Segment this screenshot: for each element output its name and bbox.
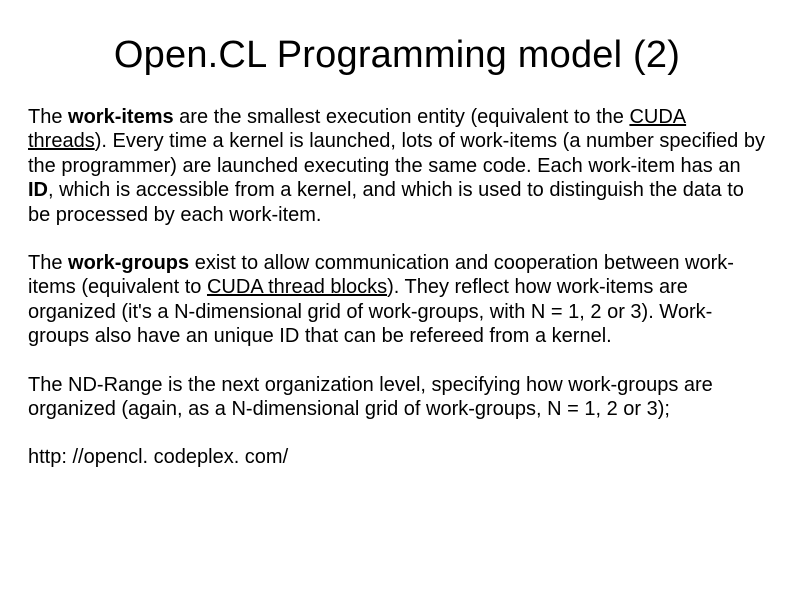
bold-work-items: work-items xyxy=(68,106,174,128)
paragraph-work-items: The work-items are the smallest executio… xyxy=(28,105,766,227)
text: , which is accessible from a kernel, and… xyxy=(28,179,744,225)
bold-id: ID xyxy=(28,179,48,201)
text: The xyxy=(28,252,68,274)
slide-title: Open.CL Programming model (2) xyxy=(28,34,766,77)
source-url: http: //opencl. codeplex. com/ xyxy=(28,445,766,469)
underline-cuda-thread-blocks: CUDA thread blocks xyxy=(207,276,387,298)
paragraph-nd-range: The ND-Range is the next organization le… xyxy=(28,373,766,422)
slide-container: Open.CL Programming model (2) The work-i… xyxy=(0,0,794,595)
paragraph-work-groups: The work-groups exist to allow communica… xyxy=(28,251,766,349)
text: ). Every time a kernel is launched, lots… xyxy=(28,130,765,176)
text: are the smallest execution entity (equiv… xyxy=(174,106,630,128)
text: The ND-Range is the next organization le… xyxy=(28,374,713,420)
bold-work-groups: work-groups xyxy=(68,252,189,274)
text: The xyxy=(28,106,68,128)
